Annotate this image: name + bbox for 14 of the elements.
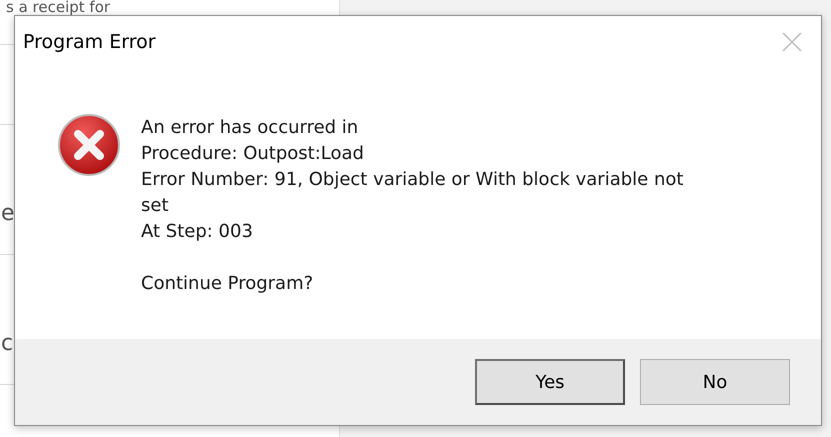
close-icon[interactable]	[781, 31, 803, 53]
error-message-line: set	[141, 194, 170, 218]
background-text: s a receipt for	[6, 0, 110, 15]
error-message-line: Error Number: 91, Object variable or With block variable not	[141, 168, 684, 192]
background-text: e	[1, 200, 15, 228]
dialog-button[interactable]: No	[640, 359, 790, 405]
error-message-line: An error has occurred in	[141, 116, 360, 140]
error-message-line: At Step: 003	[141, 220, 254, 244]
prompt-text: Continue Program?	[141, 272, 314, 296]
window-title: Program Error	[23, 30, 156, 55]
error-icon	[57, 113, 121, 177]
error-message-line: Procedure: Outpost:Load	[141, 142, 365, 166]
dialog-button[interactable]: Yes	[475, 359, 625, 405]
background-text: c	[1, 330, 14, 358]
